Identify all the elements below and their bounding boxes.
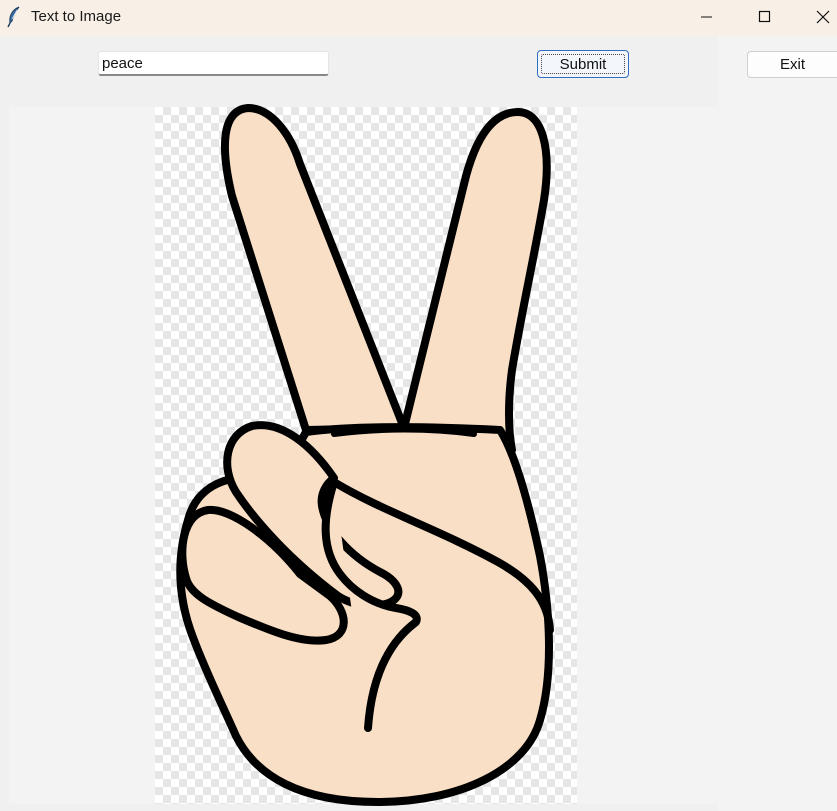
- submit-button[interactable]: Submit: [537, 50, 629, 78]
- close-icon: [816, 10, 830, 24]
- maximize-icon: [758, 10, 771, 23]
- submit-button-label: Submit: [559, 56, 607, 73]
- prompt-input[interactable]: [98, 51, 329, 76]
- minimize-icon: [701, 16, 712, 18]
- transparency-checkerboard: [155, 107, 577, 804]
- close-button[interactable]: [800, 0, 837, 36]
- title-bar[interactable]: Text to Image: [0, 0, 837, 36]
- window-title: Text to Image: [31, 8, 122, 25]
- exit-button[interactable]: Exit: [747, 51, 837, 78]
- side-panel: [718, 36, 837, 811]
- maximize-button[interactable]: [741, 0, 787, 36]
- minimize-button[interactable]: [683, 0, 729, 36]
- feather-icon: [6, 6, 22, 28]
